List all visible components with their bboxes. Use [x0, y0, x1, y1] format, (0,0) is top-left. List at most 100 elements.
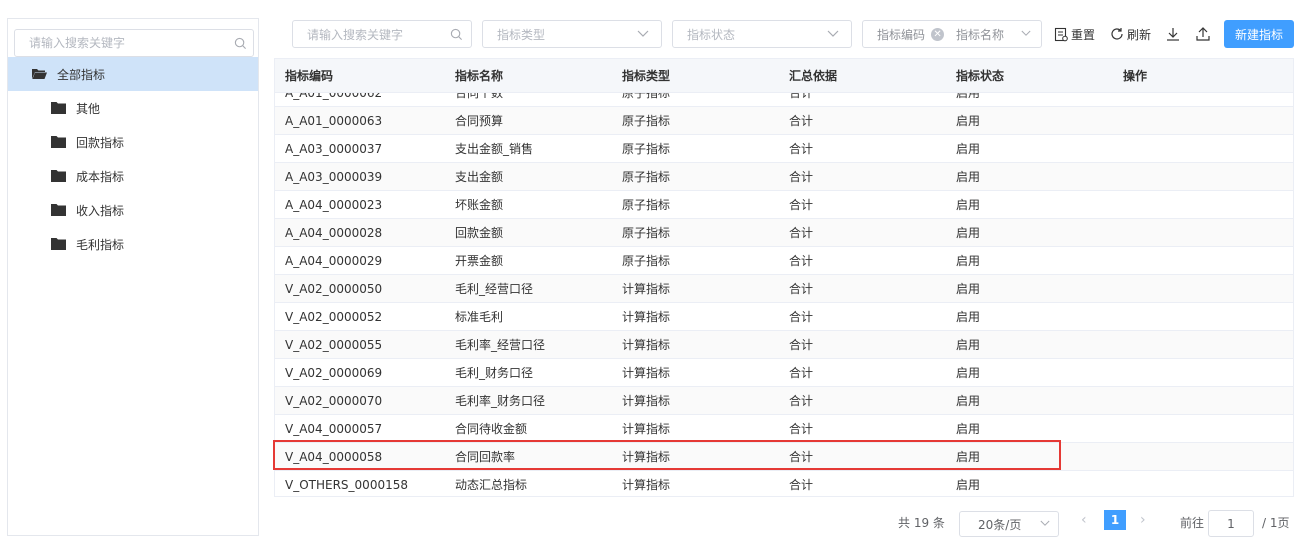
status-select[interactable]: 指标状态: [672, 20, 852, 48]
category-tree: 全部指标 其他 回款指标 成本指标 收入指标 毛利指标: [8, 57, 258, 261]
tree-node-label: 收入指标: [76, 203, 125, 218]
table-row[interactable]: V_A04_0000058 合同回款率 计算指标 合计 启用: [275, 443, 1293, 471]
search-icon[interactable]: [450, 28, 463, 41]
tag-close-icon[interactable]: ✕: [931, 27, 945, 41]
table-row[interactable]: V_A02_0000052 标准毛利 计算指标 合计 启用: [275, 303, 1293, 331]
cell-code: V_A02_0000069: [285, 365, 383, 380]
cell-name: 坏账金额: [455, 198, 504, 212]
cell-code: A_A04_0000028: [285, 225, 383, 240]
next-page-icon[interactable]: ›: [1140, 512, 1156, 528]
table-header: 指标编码 指标名称 指标类型 汇总依据 指标状态 操作: [275, 59, 1293, 93]
cell-type: 原子指标: [622, 226, 671, 240]
goto-page-input[interactable]: [1208, 510, 1254, 537]
indicator-table: A_A01_0000062合同个数原子指标合计启用A_A01_0000063合同…: [274, 58, 1294, 497]
folder-icon: [51, 102, 66, 114]
cell-status: 启用: [956, 254, 981, 268]
table-row[interactable]: A_A04_0000029 开票金额 原子指标 合计 启用: [275, 247, 1293, 275]
table-row[interactable]: V_A02_0000050 毛利_经营口径 计算指标 合计 启用: [275, 275, 1293, 303]
header-name[interactable]: 指标名称: [455, 67, 503, 84]
selected-tag: 指标编码 ✕: [877, 26, 945, 43]
cell-agg: 合计: [789, 142, 814, 156]
table-row[interactable]: A_A04_0000023 坏账金额 原子指标 合计 启用: [275, 191, 1293, 219]
tree-search-box[interactable]: [14, 29, 254, 57]
tree-node-all[interactable]: 全部指标: [8, 57, 258, 91]
total-pages-label: / 1页: [1262, 516, 1290, 530]
tree-node-income[interactable]: 收入指标: [8, 193, 258, 227]
tree-node-other[interactable]: 其他: [8, 91, 258, 125]
cell-type: 计算指标: [622, 450, 671, 464]
table-body: A_A01_0000062合同个数原子指标合计启用A_A01_0000063合同…: [275, 79, 1293, 496]
keyword-search-placeholder: 请输入搜索关键字: [307, 27, 404, 42]
chevron-down-icon: [1021, 30, 1031, 36]
page-number[interactable]: 1: [1104, 510, 1126, 530]
cell-name: 毛利率_经营口径: [455, 338, 546, 352]
tree-node-cost[interactable]: 成本指标: [8, 159, 258, 193]
type-select[interactable]: 指标类型: [482, 20, 662, 48]
cell-code: A_A03_0000037: [285, 141, 383, 156]
folder-icon: [51, 170, 66, 182]
cell-code: V_A02_0000070: [285, 393, 383, 408]
folder-icon: [51, 204, 66, 216]
cell-agg: 合计: [789, 198, 814, 212]
cell-status: 启用: [956, 226, 981, 240]
table-row[interactable]: V_OTHERS_0000158 动态汇总指标 计算指标 合计 启用: [275, 471, 1293, 496]
cell-name: 回款金额: [455, 226, 504, 240]
download-button[interactable]: [1166, 20, 1183, 48]
table-row[interactable]: A_A03_0000037 支出金额_销售 原子指标 合计 启用: [275, 135, 1293, 163]
cell-code: V_A02_0000052: [285, 309, 383, 324]
cell-agg: 合计: [789, 422, 814, 436]
table-row[interactable]: A_A01_0000063 合同预算 原子指标 合计 启用: [275, 107, 1293, 135]
tree-search-input[interactable]: [15, 30, 253, 56]
table-row[interactable]: V_A04_0000057 合同待收金额 计算指标 合计 启用: [275, 415, 1293, 443]
cell-name: 合同回款率: [455, 450, 516, 464]
table-row[interactable]: V_A02_0000069 毛利_财务口径 计算指标 合计 启用: [275, 359, 1293, 387]
chevron-down-icon: [827, 30, 839, 37]
search-icon[interactable]: [234, 37, 247, 50]
cell-status: 启用: [956, 170, 981, 184]
table-row[interactable]: A_A03_0000039 支出金额 原子指标 合计 启用: [275, 163, 1293, 191]
upload-button[interactable]: [1196, 20, 1213, 48]
cell-code: A_A04_0000023: [285, 197, 383, 212]
header-code[interactable]: 指标编码: [285, 67, 333, 84]
cell-status: 启用: [956, 282, 981, 296]
field-multi-select[interactable]: 指标编码 ✕ 指标名称: [862, 20, 1042, 48]
status-select-placeholder: 指标状态: [687, 27, 736, 42]
cell-status: 启用: [956, 394, 981, 408]
cell-name: 标准毛利: [455, 310, 504, 324]
table-row[interactable]: A_A04_0000028 回款金额 原子指标 合计 启用: [275, 219, 1293, 247]
cell-name: 毛利_经营口径: [455, 282, 534, 296]
field-option-label: 指标名称: [956, 27, 1005, 42]
cell-code: V_A02_0000055: [285, 337, 383, 352]
header-type[interactable]: 指标类型: [622, 67, 670, 84]
tree-node-payment[interactable]: 回款指标: [8, 125, 258, 159]
tree-node-label: 全部指标: [57, 67, 106, 82]
cell-code: V_A02_0000050: [285, 281, 383, 296]
keyword-search-input[interactable]: 请输入搜索关键字: [292, 20, 472, 48]
cell-code: A_A01_0000063: [285, 113, 383, 128]
cell-agg: 合计: [789, 114, 814, 128]
header-agg[interactable]: 汇总依据: [789, 67, 837, 84]
cell-status: 启用: [956, 338, 981, 352]
header-status[interactable]: 指标状态: [956, 67, 1004, 84]
page-size-select[interactable]: 20条/页: [959, 511, 1059, 537]
reset-button[interactable]: 重置: [1054, 20, 1095, 48]
cell-name: 合同预算: [455, 114, 504, 128]
cell-type: 原子指标: [622, 198, 671, 212]
cell-name: 开票金额: [455, 254, 504, 268]
refresh-button[interactable]: 刷新: [1110, 20, 1151, 48]
new-indicator-button[interactable]: 新建指标: [1224, 20, 1294, 48]
cell-code: A_A03_0000039: [285, 169, 383, 184]
reset-icon: [1054, 27, 1068, 41]
goto-label: 前往: [1180, 516, 1205, 530]
page-size-label: 20条/页: [978, 517, 1022, 532]
tree-node-margin[interactable]: 毛利指标: [8, 227, 258, 261]
cell-code: V_A04_0000057: [285, 421, 383, 436]
header-actions: 操作: [1123, 69, 1148, 83]
cell-agg: 合计: [789, 338, 814, 352]
table-row[interactable]: V_A02_0000070 毛利率_财务口径 计算指标 合计 启用: [275, 387, 1293, 415]
cell-code: V_OTHERS_0000158: [285, 477, 408, 492]
pagination-total: 共 19 条: [898, 516, 945, 530]
table-row[interactable]: V_A02_0000055 毛利率_经营口径 计算指标 合计 启用: [275, 331, 1293, 359]
cell-status: 启用: [956, 198, 981, 212]
prev-page-icon[interactable]: ‹: [1081, 512, 1097, 528]
